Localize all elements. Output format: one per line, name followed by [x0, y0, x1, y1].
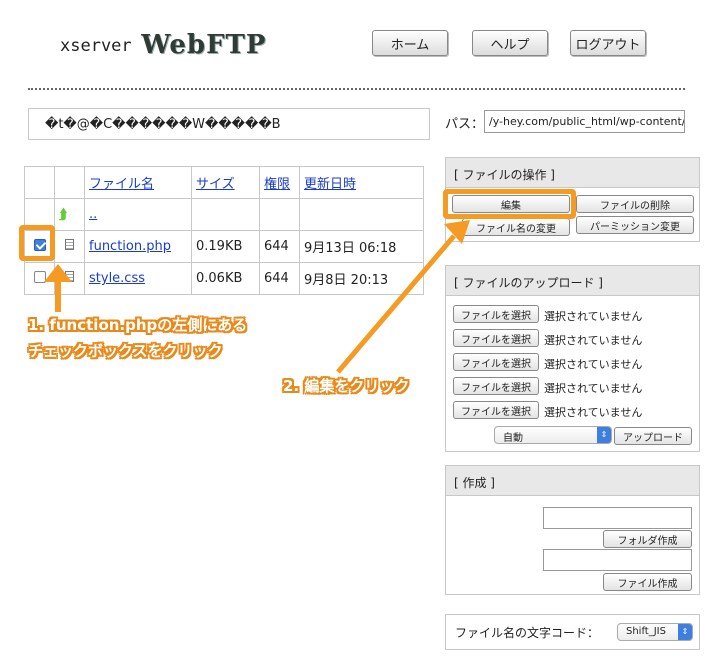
- annotation-step1-line1: 1. function.phpの左側にある: [28, 316, 248, 334]
- arrow-to-checkbox: [44, 264, 72, 312]
- annotation-step2: 2. 編集をクリック: [283, 377, 410, 395]
- arrow-to-edit-button: [336, 220, 470, 374]
- annotation-step1-line2: チェックボックスをクリック: [28, 342, 223, 360]
